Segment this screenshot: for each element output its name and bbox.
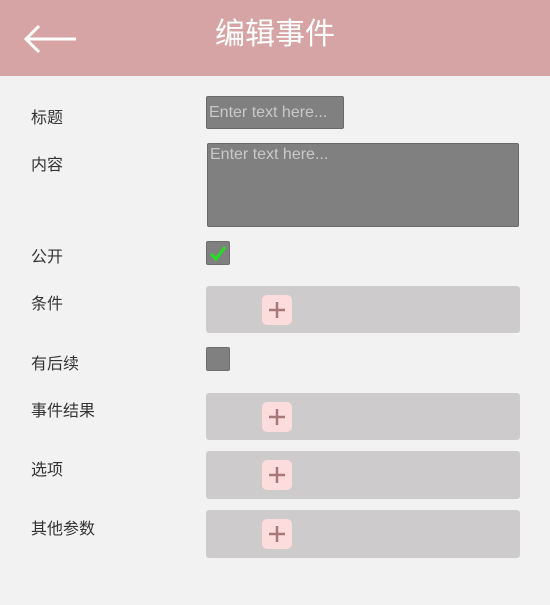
plus-icon — [269, 467, 285, 483]
options-panel — [206, 451, 520, 499]
result-label: 事件结果 — [31, 401, 96, 420]
other-params-label: 其他参数 — [31, 519, 96, 538]
plus-icon — [269, 302, 285, 318]
plus-icon — [269, 409, 285, 425]
public-checkbox[interactable] — [206, 241, 230, 265]
has-followup-label: 有后续 — [31, 354, 80, 373]
condition-label: 条件 — [31, 294, 64, 313]
add-result-button[interactable] — [262, 402, 292, 432]
header-bar: 编辑事件 — [0, 0, 550, 76]
plus-icon — [269, 526, 285, 542]
page-title: 编辑事件 — [215, 17, 335, 52]
title-input[interactable] — [206, 96, 344, 129]
options-label: 选项 — [31, 460, 64, 479]
content-textarea[interactable] — [207, 143, 519, 227]
result-panel — [206, 393, 520, 440]
add-condition-button[interactable] — [262, 295, 292, 325]
add-option-button[interactable] — [262, 460, 292, 490]
content-label: 内容 — [31, 155, 64, 174]
public-label: 公开 — [31, 247, 64, 266]
checkmark-icon — [209, 246, 227, 262]
has-followup-checkbox[interactable] — [206, 347, 230, 371]
title-label: 标题 — [31, 108, 64, 127]
condition-panel — [206, 286, 520, 333]
add-param-button[interactable] — [262, 519, 292, 549]
other-params-panel — [206, 510, 520, 558]
